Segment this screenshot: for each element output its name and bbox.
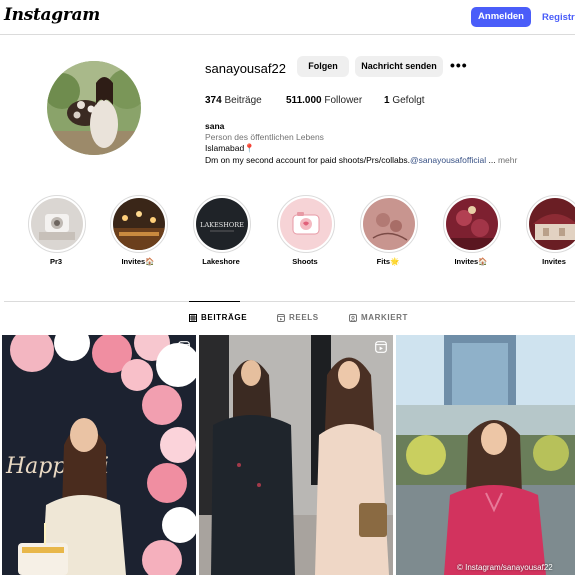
post-tile[interactable] xyxy=(199,335,393,575)
bio-mention-link[interactable]: @sanayousafofficial xyxy=(410,155,486,165)
bio-more-link[interactable]: mehr xyxy=(498,155,517,165)
followers-label: Follower xyxy=(324,95,363,106)
post-image: Happy Bi xyxy=(2,335,196,575)
tabs-divider xyxy=(4,301,575,302)
tab-reels-label: REELS xyxy=(289,313,319,322)
following-stat[interactable]: 1 Gefolgt xyxy=(384,95,425,106)
login-button[interactable]: Anmelden xyxy=(471,7,531,27)
highlight-invites-3[interactable]: Invites xyxy=(526,195,575,266)
bio-text: Dm on my second account for paid shoots/… xyxy=(205,155,411,165)
image-watermark: © Instagram/sanayousaf22 xyxy=(457,563,553,572)
profile-username: sanayousaf22 xyxy=(205,61,286,76)
highlight-invites-1[interactable]: Invites🏠 xyxy=(110,195,168,266)
post-image xyxy=(199,335,393,575)
tab-tagged[interactable]: MARKIERT xyxy=(349,313,408,322)
tab-reels[interactable]: REELS xyxy=(277,313,319,322)
lakeshore-logo: LAKESHORE xyxy=(196,198,248,250)
tab-tagged-label: MARKIERT xyxy=(361,313,409,322)
highlight-fits[interactable]: Fits🌟 xyxy=(360,195,418,266)
follow-button[interactable]: Folgen xyxy=(297,56,349,77)
tagged-icon xyxy=(349,313,357,322)
post-tile[interactable] xyxy=(396,335,575,575)
venue-icon xyxy=(113,198,165,250)
highlight-invites-2[interactable]: Invites🏠 xyxy=(443,195,501,266)
highlight-label: Fits🌟 xyxy=(376,257,400,266)
tab-posts[interactable]: BEITRÄGE xyxy=(189,313,247,322)
active-tab-indicator xyxy=(189,301,240,302)
highlight-pr3[interactable]: Pr3 xyxy=(28,195,86,266)
reel-indicator-icon xyxy=(375,341,387,353)
post-tile[interactable]: Happy Bi xyxy=(2,335,196,575)
camera-icon xyxy=(31,198,83,250)
highlight-label: Lakeshore xyxy=(202,257,240,266)
highlight-label: Invites xyxy=(542,257,566,266)
followers-count: 511.000 xyxy=(286,95,322,106)
post-image xyxy=(396,335,575,575)
reel-indicator-icon xyxy=(178,341,190,353)
bio-ellipsis: ... xyxy=(488,155,496,165)
highlight-label: Pr3 xyxy=(49,257,63,266)
following-label: Gefolgt xyxy=(392,95,425,106)
profile-bio: Dm on my second account for paid shoots/… xyxy=(205,155,517,165)
highlight-label: Invites🏠 xyxy=(454,257,488,266)
highlight-shoots[interactable]: Shoots xyxy=(277,195,335,266)
instagram-logo[interactable]: Instagram xyxy=(4,5,100,25)
profile-name: sana xyxy=(205,121,225,131)
posts-stat: 374 Beiträge xyxy=(205,95,262,106)
profile-avatar[interactable] xyxy=(47,61,141,155)
posts-label: Beiträge xyxy=(224,95,262,106)
reels-icon xyxy=(277,313,285,322)
highlight-label: Shoots xyxy=(292,257,318,266)
posts-count: 374 xyxy=(205,95,222,106)
highlight-lakeshore[interactable]: LAKESHORE Lakeshore xyxy=(193,195,251,266)
register-link[interactable]: Registrieren xyxy=(542,12,575,23)
camera-sticker-icon xyxy=(280,198,332,250)
top-bar: Instagram Anmelden Registrieren xyxy=(0,0,575,35)
highlight-label: Invites🏠 xyxy=(121,257,155,266)
venue-icon xyxy=(529,198,575,250)
more-options-icon[interactable]: ••• xyxy=(450,57,468,73)
flower-icon xyxy=(363,198,415,250)
profile-location: Islamabad📍 xyxy=(205,143,255,153)
lakeshore-logo-text: LAKESHORE xyxy=(200,221,244,229)
followers-stat[interactable]: 511.000 Follower xyxy=(286,95,362,106)
following-count: 1 xyxy=(384,95,390,106)
flower-icon xyxy=(446,198,498,250)
profile-category: Person des öffentlichen Lebens xyxy=(205,132,324,142)
tab-posts-label: BEITRÄGE xyxy=(201,313,248,322)
send-message-button[interactable]: Nachricht senden xyxy=(355,56,443,77)
grid-icon xyxy=(189,313,197,322)
